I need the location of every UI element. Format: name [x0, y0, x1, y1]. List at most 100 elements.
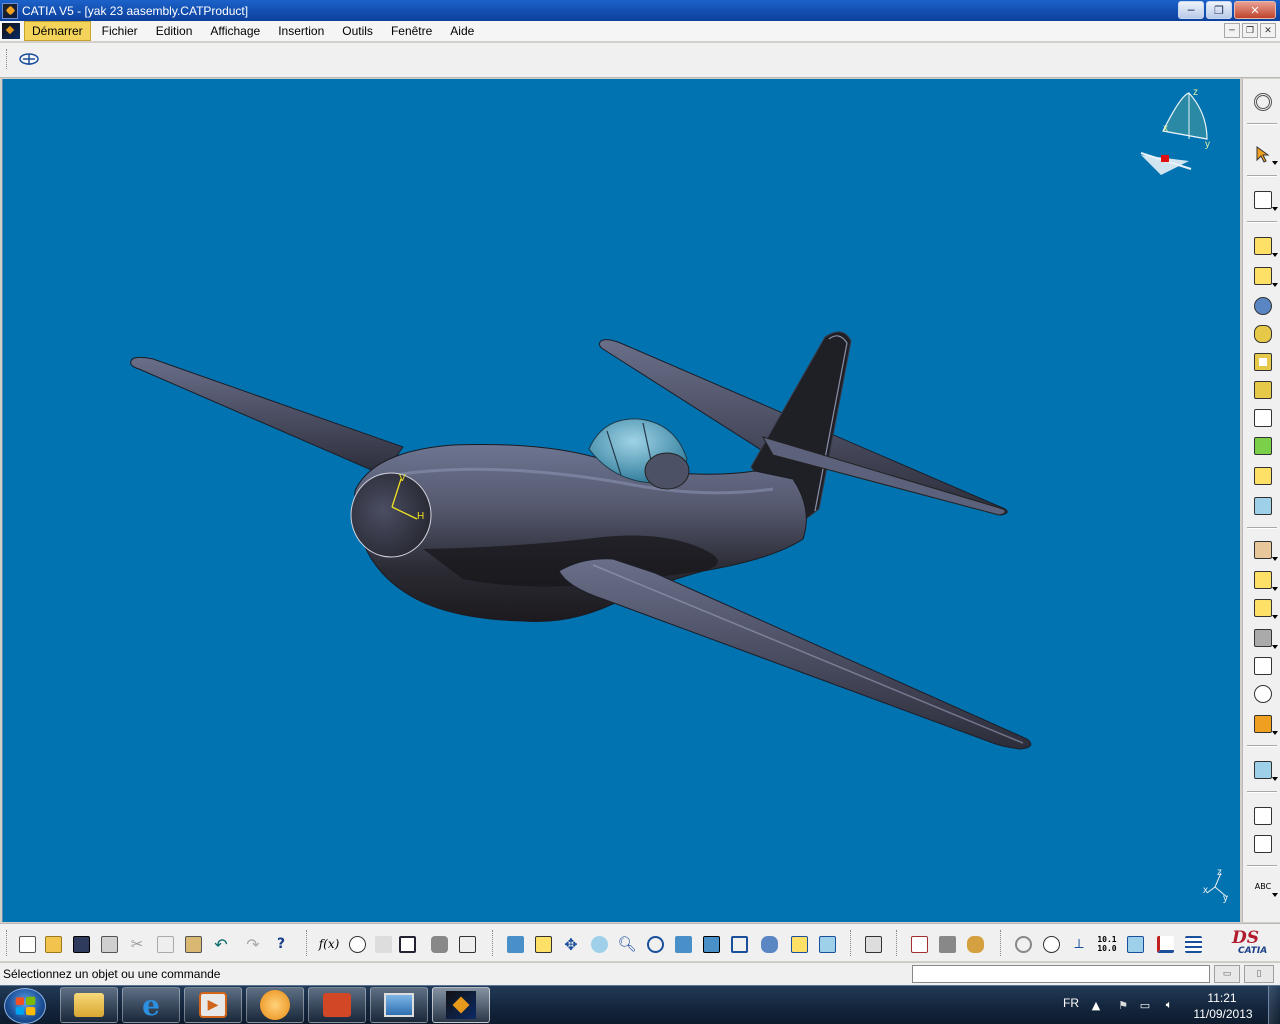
taskbar-explorer-button[interactable] [60, 987, 118, 1023]
workbench-icon[interactable] [18, 51, 40, 69]
product-icon[interactable] [1252, 235, 1278, 257]
text-abc-icon[interactable]: ABC [1252, 875, 1278, 897]
parameters-icon[interactable] [456, 933, 478, 955]
pad-icon[interactable] [1252, 379, 1274, 401]
measure-icon[interactable] [1252, 759, 1278, 781]
catalog-icon[interactable] [862, 933, 884, 955]
rotate-icon[interactable] [588, 933, 610, 955]
zoom-out-icon[interactable] [644, 933, 666, 955]
iso-view-icon[interactable] [728, 933, 750, 955]
3d-viewport[interactable]: V H z x y z y x [2, 79, 1240, 922]
save-icon[interactable] [70, 933, 92, 955]
open-folder-icon[interactable] [42, 933, 64, 955]
show-desktop-button[interactable] [1268, 986, 1280, 1024]
command-history-button[interactable]: ▭ [1214, 965, 1240, 983]
menu-outils[interactable]: Outils [335, 22, 380, 40]
taskbar-media-button[interactable]: ▶ [184, 987, 242, 1023]
manipulation-icon[interactable] [1040, 933, 1062, 955]
toolbar-grip[interactable] [6, 49, 9, 69]
taskbar-picture-button[interactable] [370, 987, 428, 1023]
measure-between-icon[interactable] [908, 933, 930, 955]
window-titlebar[interactable]: CATIA V5 - [yak 23 aasembly.CATProduct] … [0, 0, 1280, 21]
cylinder-icon[interactable] [1252, 323, 1274, 345]
settings-gear-icon[interactable] [1252, 91, 1274, 113]
extrude-icon[interactable] [1252, 495, 1274, 517]
window-restore-button[interactable]: ❐ [1206, 1, 1232, 19]
axis-system-icon[interactable]: ⟂ [1068, 933, 1090, 955]
box-icon[interactable] [1252, 539, 1278, 561]
normal-view-icon[interactable] [672, 933, 694, 955]
action-center-icon[interactable]: ⚑ [1116, 998, 1130, 1012]
network-icon[interactable]: ▭ [1138, 998, 1152, 1012]
volume-icon[interactable]: 🔈︎ [1162, 998, 1176, 1012]
knowledge-icon[interactable] [372, 933, 394, 955]
new-file-icon[interactable] [16, 933, 38, 955]
table-icon[interactable] [396, 933, 418, 955]
units-scale-icon[interactable]: 10.1 10.0 [1096, 933, 1118, 955]
target-icon[interactable] [1252, 683, 1274, 705]
surface-icon[interactable] [1252, 465, 1274, 487]
swap-visible-icon[interactable] [816, 933, 838, 955]
update-icon[interactable] [1012, 933, 1034, 955]
block-icon[interactable] [1252, 597, 1278, 619]
measure-inertia-icon[interactable] [964, 933, 986, 955]
cube-icon[interactable] [1252, 713, 1278, 735]
fit-all-icon[interactable] [532, 933, 554, 955]
stop-command-button[interactable]: ▯ [1244, 965, 1274, 983]
clock-time[interactable]: 11:21 [1192, 991, 1252, 1005]
part-icon[interactable] [1252, 295, 1274, 317]
hole-icon[interactable] [1252, 351, 1274, 373]
menu-insertion[interactable]: Insertion [271, 22, 331, 40]
taskbar-catia-button[interactable] [432, 987, 490, 1023]
catia-app-icon[interactable] [2, 2, 18, 19]
assembly-icon[interactable] [1252, 655, 1274, 677]
comment-icon[interactable] [346, 933, 368, 955]
window-close-button[interactable]: ✕ [1234, 1, 1276, 19]
menu-demarrer[interactable]: Démarrer [24, 21, 91, 41]
language-indicator[interactable]: FR [1063, 996, 1079, 1010]
component-icon[interactable] [1252, 265, 1278, 287]
pan-icon[interactable]: ✥ [560, 933, 582, 955]
window-minimize-button[interactable]: ─ [1178, 1, 1204, 19]
lock-icon[interactable] [428, 933, 450, 955]
document-restore-button[interactable]: ❐ [1242, 23, 1258, 38]
select-arrow-icon[interactable] [1252, 143, 1278, 165]
help-icon[interactable]: ? [270, 933, 292, 955]
formula-icon[interactable]: f(x) [318, 933, 340, 955]
clock-date[interactable]: 11/09/2013 [1191, 1007, 1255, 1021]
taskbar-ie-button[interactable]: e [122, 987, 180, 1023]
taskbar-app-button[interactable] [246, 987, 304, 1023]
print-icon[interactable] [98, 933, 120, 955]
right-wing[interactable] [558, 558, 1032, 750]
axis-red-icon[interactable] [1154, 933, 1176, 955]
document-icon[interactable] [2, 23, 20, 39]
annotation-icon[interactable] [1252, 805, 1274, 827]
menu-affichage[interactable]: Affichage [203, 22, 267, 40]
menu-fichier[interactable]: Fichier [95, 22, 145, 40]
cut-icon[interactable]: ✂ [126, 933, 148, 955]
document-close-button[interactable]: ✕ [1260, 23, 1276, 38]
show-hidden-icons-icon[interactable]: ▲ [1089, 998, 1103, 1012]
frame-icon[interactable] [1252, 833, 1274, 855]
shaft-icon[interactable] [1252, 435, 1274, 457]
fly-mode-icon[interactable] [504, 933, 526, 955]
left-wing[interactable] [130, 356, 404, 476]
start-button[interactable] [4, 988, 46, 1024]
navigation-compass[interactable]: z x y [1140, 87, 1210, 175]
multi-view-icon[interactable] [700, 933, 722, 955]
layers-icon[interactable] [1124, 933, 1146, 955]
command-input[interactable] [912, 965, 1210, 983]
redo-icon[interactable]: ↷ [242, 933, 264, 955]
shape-box-icon[interactable] [1252, 569, 1278, 591]
undo-icon[interactable]: ↶ [210, 933, 232, 955]
sketch-icon[interactable] [1252, 189, 1278, 211]
menu-edition[interactable]: Edition [149, 22, 200, 40]
taskbar-powerpoint-button[interactable] [308, 987, 366, 1023]
menu-aide[interactable]: Aide [443, 22, 481, 40]
measure-item-icon[interactable] [936, 933, 958, 955]
paste-icon[interactable] [182, 933, 204, 955]
hide-show-icon[interactable] [788, 933, 810, 955]
document-minimize-button[interactable]: ─ [1224, 23, 1240, 38]
chamfer-icon[interactable] [1252, 627, 1278, 649]
pocket-icon[interactable] [1252, 407, 1274, 429]
